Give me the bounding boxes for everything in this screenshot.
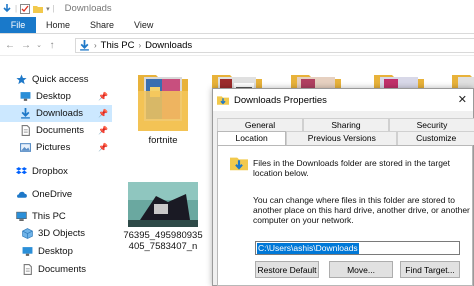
nav-downloads[interactable]: Downloads 📌 <box>0 105 112 122</box>
location-path-value: C:\Users\ashis\Downloads <box>257 242 359 254</box>
window-title-bar: | ▾ | Downloads <box>0 0 474 17</box>
pin-icon[interactable]: 📌 <box>98 126 108 135</box>
nav-dropbox[interactable]: Dropbox <box>0 163 112 180</box>
nav-label: Quick access <box>32 74 89 85</box>
tab-row-bottom: Location Previous Versions Customize <box>217 131 474 145</box>
separator: | <box>52 4 55 13</box>
location-path-input[interactable]: C:\Users\ashis\Downloads <box>255 241 460 255</box>
nav-label: This PC <box>32 211 66 222</box>
breadcrumb-downloads[interactable]: Downloads <box>145 40 192 51</box>
window-title: Downloads <box>64 3 112 14</box>
pin-icon[interactable]: 📌 <box>98 143 108 152</box>
checkmark-icon[interactable] <box>20 3 31 14</box>
tab-file[interactable]: File <box>0 17 36 33</box>
item-label[interactable]: fortnite <box>130 135 196 146</box>
documents-icon <box>21 125 30 136</box>
download-folder-icon <box>230 157 248 171</box>
item-label[interactable]: 76395_495980935 405_7583407_n <box>118 230 208 252</box>
nav-this-pc[interactable]: This PC <box>0 208 112 225</box>
tab-security[interactable]: Security <box>389 118 474 131</box>
dropdown-icon[interactable]: ▾ <box>46 5 50 13</box>
nav-label: Dropbox <box>32 166 68 177</box>
change-text-line: another place on this hard drive, anothe… <box>253 205 470 215</box>
pictures-icon <box>20 143 31 152</box>
info-text-line: Files in the Downloads folder are stored… <box>253 158 451 168</box>
documents-icon <box>23 264 32 275</box>
nav-label: Desktop <box>36 91 71 102</box>
nav-label: Desktop <box>38 246 73 257</box>
item-label-line: 76395_495980935 <box>123 230 203 241</box>
desktop-icon <box>22 247 33 256</box>
back-icon[interactable]: ← <box>2 40 18 51</box>
tab-location[interactable]: Location <box>217 131 287 145</box>
tab-general[interactable]: General <box>217 118 303 131</box>
nav-label: 3D Objects <box>38 228 85 239</box>
forward-icon[interactable]: → <box>18 40 34 51</box>
nav-onedrive[interactable]: OneDrive <box>0 186 112 203</box>
nav-quick-access[interactable]: Quick access <box>0 71 112 88</box>
download-arrow-icon <box>80 40 89 51</box>
quick-access-toolbar: | ▾ | <box>0 3 55 14</box>
cube-icon <box>22 228 33 239</box>
restore-default-button[interactable]: Restore Default <box>255 261 319 278</box>
recent-locations-icon[interactable]: ⌄ <box>34 41 44 49</box>
folder-icon[interactable] <box>33 4 44 14</box>
up-icon[interactable]: ↑ <box>44 40 60 51</box>
nav-label: Documents <box>36 125 85 136</box>
nav-label: OneDrive <box>32 189 73 200</box>
close-icon[interactable]: ✕ <box>458 93 467 106</box>
chevron-right-icon[interactable]: › <box>138 41 141 50</box>
change-text-line: You can change where files in this folde… <box>253 195 455 205</box>
nav-documents[interactable]: Documents 📌 <box>0 122 112 139</box>
nav-label: Downloads <box>36 108 83 119</box>
tab-share[interactable]: Share <box>80 17 124 33</box>
tab-row-top: General Sharing Security <box>217 118 474 131</box>
nav-desktop[interactable]: Desktop 📌 <box>0 88 112 105</box>
pin-icon[interactable]: 📌 <box>98 92 108 101</box>
change-text: You can change where files in this folde… <box>253 195 471 225</box>
info-text-line: location below. <box>253 168 309 178</box>
star-icon <box>16 74 27 85</box>
change-text-line: computer on your network. <box>253 215 354 225</box>
tab-sharing[interactable]: Sharing <box>303 118 389 131</box>
ribbon-tabs: File Home Share View <box>0 17 474 34</box>
move-button[interactable]: Move... <box>329 261 393 278</box>
nav-label: Documents <box>38 264 87 275</box>
nav-documents-pc[interactable]: Documents <box>0 261 112 278</box>
pin-icon[interactable]: 📌 <box>98 109 108 118</box>
tab-home[interactable]: Home <box>36 17 80 33</box>
properties-dialog: Downloads Properties ✕ General Sharing S… <box>212 88 474 286</box>
download-arrow-icon[interactable] <box>2 3 12 14</box>
address-box[interactable]: › This PC › Downloads <box>75 38 474 53</box>
dialog-title-bar: Downloads Properties <box>213 89 473 111</box>
computer-icon <box>16 211 27 221</box>
tab-customize[interactable]: Customize <box>397 131 474 145</box>
address-bar: ← → ⌄ ↑ › This PC › Downloads <box>0 35 474 56</box>
nav-pictures[interactable]: Pictures 📌 <box>0 139 112 156</box>
navigation-pane: Quick access Desktop 📌 Downloads 📌 Docum… <box>0 57 112 286</box>
dropbox-icon <box>16 167 27 175</box>
separator: | <box>15 4 18 13</box>
cloud-icon <box>17 191 27 198</box>
download-folder-icon <box>217 96 229 105</box>
dialog-title: Downloads Properties <box>234 94 327 106</box>
breadcrumb-this-pc[interactable]: This PC <box>101 40 135 51</box>
find-target-button[interactable]: Find Target... <box>400 261 460 278</box>
desktop-icon <box>20 92 31 101</box>
download-icon <box>21 108 30 119</box>
nav-label: Pictures <box>36 142 71 153</box>
chevron-right-icon[interactable]: › <box>94 41 97 50</box>
image-thumbnail[interactable] <box>128 182 198 227</box>
tab-view[interactable]: View <box>124 17 163 33</box>
location-panel: Files in the Downloads folder are stored… <box>217 145 473 286</box>
item-label-line: 405_7583407_n <box>128 241 198 252</box>
info-text: Files in the Downloads folder are stored… <box>253 158 468 178</box>
nav-3d-objects[interactable]: 3D Objects <box>0 225 112 242</box>
folder-thumbnail-icon[interactable] <box>136 69 190 133</box>
tab-previous-versions[interactable]: Previous Versions <box>286 131 398 145</box>
nav-desktop-pc[interactable]: Desktop <box>0 243 112 260</box>
